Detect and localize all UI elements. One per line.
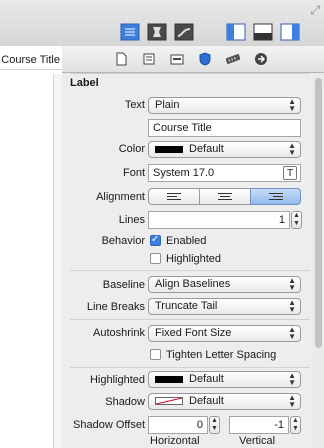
text-label: Text [124, 99, 145, 111]
align-left-icon [167, 193, 181, 202]
line-breaks-popup[interactable]: Truncate Tail ▲ ▼ [148, 298, 301, 315]
popup-arrows-icon: ▲ ▼ [288, 371, 296, 387]
shadow-offset-horizontal-field[interactable]: 0 [148, 416, 208, 434]
popup-arrows-icon: ▲ ▼ [288, 325, 296, 341]
font-label: Font [122, 167, 145, 179]
color-swatch [155, 146, 183, 153]
popup-arrows-icon: ▲ ▼ [288, 276, 296, 292]
size-inspector-icon[interactable] [225, 52, 241, 66]
color-label: Color [118, 143, 145, 155]
highlighted-color-popup[interactable]: Default ▲ ▼ [148, 371, 301, 388]
identity-inspector-icon[interactable] [170, 52, 184, 66]
popup-arrows-icon: ▲ ▼ [288, 97, 296, 113]
shadow-offset-horizontal-stepper[interactable]: ▲ ▼ [209, 416, 220, 434]
popup-arrows-icon: ▲ ▼ [288, 393, 296, 409]
align-right-button[interactable] [250, 188, 301, 205]
inspector-tab-bar [62, 46, 324, 73]
highlighted-checkbox[interactable] [150, 253, 161, 264]
navigator-toggle-icon[interactable] [226, 23, 246, 41]
align-left-button[interactable] [148, 188, 200, 205]
baseline-value: Align Baselines [155, 278, 231, 290]
standard-editor-icon[interactable] [120, 23, 140, 41]
divider [70, 367, 310, 368]
tighten-letter-spacing-checkbox[interactable] [150, 349, 161, 360]
shadow-label: Shadow [105, 396, 145, 408]
shadow-value: Default [189, 395, 224, 407]
text-type-value: Plain [155, 99, 180, 111]
lines-label: Lines [118, 214, 145, 226]
divider [70, 319, 310, 320]
highlighted-color-label: Highlighted [89, 374, 145, 386]
autoshrink-popup[interactable]: Fixed Font Size ▲ ▼ [148, 325, 301, 342]
font-picker-icon[interactable]: T [283, 166, 297, 180]
debug-area-toggle-icon[interactable] [253, 23, 273, 41]
enabled-checkbox[interactable] [150, 234, 161, 246]
line-breaks-label: Line Breaks [86, 301, 145, 313]
assistant-editor-icon[interactable] [147, 23, 167, 41]
font-value: System 17.0 [153, 167, 215, 179]
shadow-offset-vertical-field[interactable]: -1 [229, 416, 289, 434]
line-breaks-value: Truncate Tail [155, 300, 218, 312]
fullscreen-icon[interactable]: ⤢ [310, 3, 320, 18]
shadow-popup[interactable]: Default ▲ ▼ [148, 393, 301, 410]
inspector-scroll-thumb[interactable] [315, 78, 322, 348]
autoshrink-value: Fixed Font Size [155, 327, 232, 339]
align-center-icon [218, 193, 232, 202]
baseline-label: Baseline [102, 279, 145, 291]
section-title: Label [70, 77, 99, 89]
autoshrink-label: Autoshrink [93, 327, 145, 339]
color-popup[interactable]: Default ▲ ▼ [148, 141, 301, 158]
baseline-popup[interactable]: Align Baselines ▲ ▼ [148, 276, 301, 293]
lines-stepper[interactable]: ▲ ▼ [291, 211, 302, 229]
course-title-label[interactable]: Course Title [0, 51, 62, 70]
divider [70, 73, 310, 74]
divider [70, 270, 310, 271]
connections-inspector-icon[interactable] [254, 52, 268, 66]
highlighted-checkbox-label: Highlighted [166, 253, 222, 265]
version-editor-icon[interactable] [174, 23, 194, 41]
align-center-button[interactable] [199, 188, 251, 205]
shadow-offset-label: Shadow Offset [73, 419, 145, 431]
text-content-field[interactable]: Course Title [148, 119, 301, 137]
align-right-icon [268, 193, 283, 202]
alignment-label: Alignment [96, 191, 145, 203]
tighten-letter-spacing-label: Tighten Letter Spacing [166, 349, 277, 361]
file-inspector-icon[interactable] [114, 52, 128, 66]
toolbar: ⤢ [0, 0, 324, 47]
attributes-inspector-icon[interactable] [198, 52, 212, 66]
font-field[interactable]: System 17.0 T [148, 164, 301, 182]
enabled-checkbox-label: Enabled [166, 235, 207, 247]
shadow-swatch [155, 397, 183, 405]
highlighted-color-swatch [155, 376, 183, 383]
horizontal-label: Horizontal [150, 435, 200, 447]
behavior-label: Behavior [101, 235, 145, 247]
popup-arrows-icon: ▲ ▼ [288, 141, 296, 157]
popup-arrows-icon: ▲ ▼ [288, 298, 296, 314]
shadow-offset-vertical-stepper[interactable]: ▲ ▼ [290, 416, 301, 434]
quick-help-icon[interactable] [142, 52, 156, 66]
vertical-label: Vertical [239, 435, 276, 447]
lines-field[interactable]: 1 [148, 211, 290, 229]
highlighted-color-value: Default [189, 373, 224, 385]
utilities-toggle-icon[interactable] [280, 23, 300, 41]
text-type-popup[interactable]: Plain ▲ ▼ [148, 97, 301, 114]
color-value: Default [189, 143, 224, 155]
